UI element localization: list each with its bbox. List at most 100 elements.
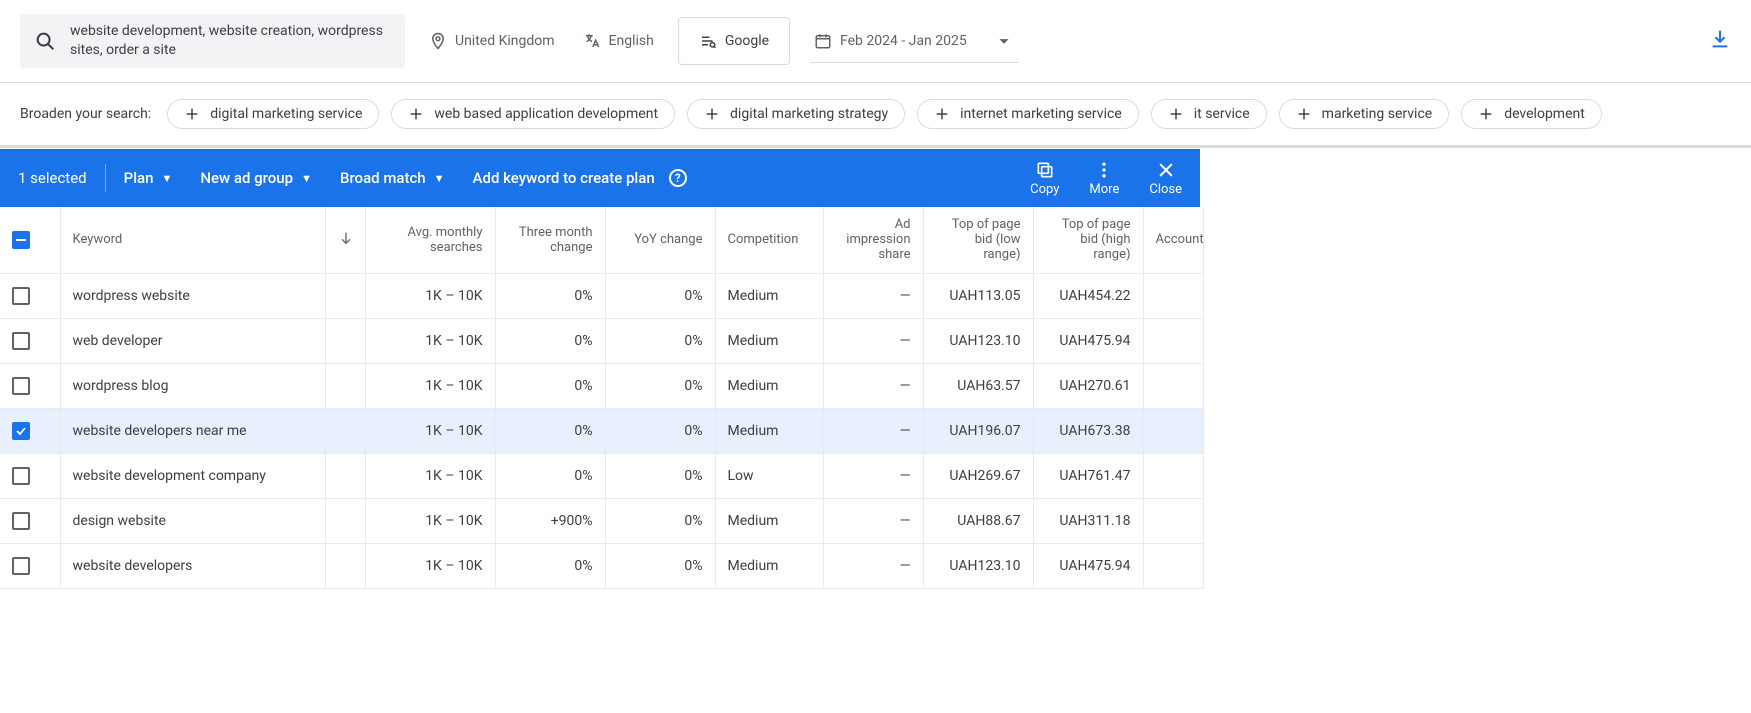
cell-keyword: website developers near me [60, 408, 325, 453]
cell-yoy: 0% [605, 453, 715, 498]
cell-keyword: web developer [60, 318, 325, 363]
row-checkbox[interactable] [12, 377, 30, 395]
table-row[interactable]: web developer1K – 10K0%0%Medium—UAH123.1… [0, 318, 1203, 363]
table-row[interactable]: wordpress website1K – 10K0%0%Medium—UAH1… [0, 273, 1203, 318]
cell-bid-high: UAH475.94 [1033, 318, 1143, 363]
chevron-down-icon: ▼ [161, 172, 172, 185]
location-label: United Kingdom [455, 33, 555, 49]
divider [105, 164, 106, 192]
cell-bid-high: UAH475.94 [1033, 543, 1143, 588]
row-checkbox[interactable] [12, 332, 30, 350]
close-button[interactable]: Close [1149, 160, 1182, 197]
location-selector[interactable]: United Kingdom [425, 26, 559, 56]
col-account[interactable]: Account [1143, 207, 1203, 273]
cell-avg: 1K – 10K [365, 318, 495, 363]
location-icon [429, 32, 447, 50]
row-checkbox[interactable] [12, 422, 30, 440]
col-bid-low[interactable]: Top of page bid (low range) [923, 207, 1033, 273]
language-icon [583, 32, 601, 50]
table-header-row: Keyword Avg. monthly searches Three mont… [0, 207, 1203, 273]
col-competition[interactable]: Competition [715, 207, 823, 273]
broaden-chip[interactable]: development [1461, 99, 1602, 129]
col-keyword[interactable]: Keyword [60, 207, 325, 273]
date-range-selector[interactable]: Feb 2024 - Jan 2025 [810, 20, 1019, 63]
cell-bid-low: UAH123.10 [923, 543, 1033, 588]
cell-bid-high: UAH454.22 [1033, 273, 1143, 318]
cell-keyword: wordpress website [60, 273, 325, 318]
cell-account [1143, 498, 1203, 543]
chevron-down-icon: ▼ [434, 172, 445, 185]
row-checkbox[interactable] [12, 287, 30, 305]
cell-impression: — [823, 408, 923, 453]
cell-bid-low: UAH113.05 [923, 273, 1033, 318]
match-dropdown[interactable]: Broad match▼ [340, 169, 445, 187]
chip-label: internet marketing service [960, 106, 1122, 122]
network-icon [699, 32, 717, 50]
cell-three-month: +900% [495, 498, 605, 543]
download-button[interactable] [1709, 28, 1731, 54]
broaden-chip[interactable]: digital marketing service [167, 99, 379, 129]
chip-label: web based application development [434, 106, 658, 122]
cell-bid-low: UAH123.10 [923, 318, 1033, 363]
broaden-chip[interactable]: web based application development [391, 99, 675, 129]
cell-bid-low: UAH63.57 [923, 363, 1033, 408]
broaden-chip[interactable]: it service [1151, 99, 1267, 129]
plus-icon [1168, 106, 1184, 122]
cell-bid-low: UAH196.07 [923, 408, 1033, 453]
cell-competition: Low [715, 453, 823, 498]
cell-bid-high: UAH761.47 [1033, 453, 1143, 498]
cell-impression: — [823, 363, 923, 408]
broaden-search-row: Broaden your search: digital marketing s… [0, 83, 1751, 146]
copy-icon [1035, 160, 1055, 180]
network-label: Google [725, 33, 769, 49]
keyword-search-box[interactable]: website development, website creation, w… [20, 14, 405, 68]
cell-impression: — [823, 318, 923, 363]
plan-dropdown[interactable]: Plan▼ [124, 169, 173, 187]
broaden-chip[interactable]: internet marketing service [917, 99, 1139, 129]
close-icon [1156, 160, 1176, 180]
col-sort[interactable] [325, 207, 365, 273]
col-impression[interactable]: Ad impression share [823, 207, 923, 273]
table-row[interactable]: website developers1K – 10K0%0%Medium—UAH… [0, 543, 1203, 588]
cell-avg: 1K – 10K [365, 273, 495, 318]
table-row[interactable]: wordpress blog1K – 10K0%0%Medium—UAH63.5… [0, 363, 1203, 408]
keywords-table: Keyword Avg. monthly searches Three mont… [0, 207, 1204, 589]
cell-competition: Medium [715, 273, 823, 318]
help-icon[interactable]: ? [669, 169, 687, 187]
row-checkbox[interactable] [12, 512, 30, 530]
cell-keyword: wordpress blog [60, 363, 325, 408]
col-yoy[interactable]: YoY change [605, 207, 715, 273]
col-avg[interactable]: Avg. monthly searches [365, 207, 495, 273]
col-bid-high[interactable]: Top of page bid (high range) [1033, 207, 1143, 273]
col-checkbox[interactable] [0, 207, 60, 273]
plus-icon [408, 106, 424, 122]
network-selector[interactable]: Google [678, 17, 790, 65]
cell-yoy: 0% [605, 318, 715, 363]
selection-bar: 1 selected Plan▼ New ad group▼ Broad mat… [0, 149, 1200, 207]
table-row[interactable]: design website1K – 10K+900%0%Medium—UAH8… [0, 498, 1203, 543]
adgroup-dropdown[interactable]: New ad group▼ [200, 169, 312, 187]
table-row[interactable]: website development company1K – 10K0%0%L… [0, 453, 1203, 498]
copy-button[interactable]: Copy [1030, 160, 1059, 197]
col-three-month[interactable]: Three month change [495, 207, 605, 273]
cell-yoy: 0% [605, 408, 715, 453]
plus-icon [934, 106, 950, 122]
table-row[interactable]: website developers near me1K – 10K0%0%Me… [0, 408, 1203, 453]
language-selector[interactable]: English [579, 26, 658, 56]
row-checkbox[interactable] [12, 557, 30, 575]
cell-yoy: 0% [605, 498, 715, 543]
more-button[interactable]: More [1089, 160, 1119, 197]
cell-avg: 1K – 10K [365, 543, 495, 588]
broaden-chip[interactable]: marketing service [1279, 99, 1450, 129]
select-all-checkbox[interactable] [12, 231, 30, 249]
cell-avg: 1K – 10K [365, 498, 495, 543]
cell-three-month: 0% [495, 408, 605, 453]
plus-icon [1296, 106, 1312, 122]
cell-account [1143, 363, 1203, 408]
top-toolbar: website development, website creation, w… [0, 0, 1751, 83]
cell-bid-low: UAH269.67 [923, 453, 1033, 498]
cell-yoy: 0% [605, 363, 715, 408]
broaden-chip[interactable]: digital marketing strategy [687, 99, 905, 129]
row-checkbox[interactable] [12, 467, 30, 485]
add-keyword-button[interactable]: Add keyword to create plan ? [473, 169, 687, 187]
